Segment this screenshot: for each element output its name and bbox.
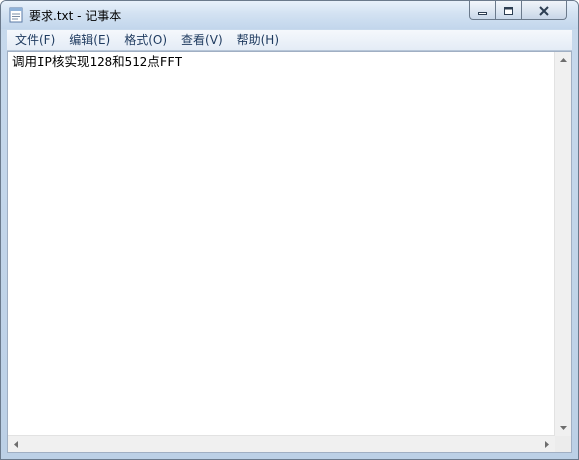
menu-edit[interactable]: 编辑(E) (61, 30, 116, 50)
scroll-left-arrow-icon[interactable] (8, 436, 24, 452)
close-button[interactable] (522, 1, 567, 20)
notepad-window: 要求.txt - 记事本 文件(F) 编辑(E) 格式(O) 查看(V) 帮助(… (0, 0, 579, 460)
restore-icon (503, 1, 514, 20)
notepad-icon[interactable] (9, 7, 23, 23)
scroll-down-arrow-icon[interactable] (555, 420, 571, 436)
window-title: 要求.txt - 记事本 (29, 9, 122, 23)
size-grip[interactable] (555, 436, 571, 452)
scroll-up-arrow-icon[interactable] (555, 52, 571, 68)
menu-help[interactable]: 帮助(H) (229, 30, 285, 50)
title-bar[interactable]: 要求.txt - 记事本 (1, 1, 578, 29)
scroll-right-arrow-icon[interactable] (539, 436, 555, 452)
text-editor[interactable]: 调用IP核实现128和512点FFT (7, 51, 572, 453)
menu-view[interactable]: 查看(V) (173, 30, 229, 50)
close-icon (538, 1, 550, 20)
menu-bar: 文件(F) 编辑(E) 格式(O) 查看(V) 帮助(H) (7, 30, 572, 51)
menu-format[interactable]: 格式(O) (116, 30, 173, 50)
vertical-scrollbar[interactable] (554, 52, 571, 436)
minimize-button[interactable] (469, 1, 496, 20)
horizontal-scrollbar[interactable] (8, 435, 555, 452)
maximize-button[interactable] (496, 1, 522, 20)
editor-text[interactable]: 调用IP核实现128和512点FFT (12, 54, 182, 70)
caption-buttons (469, 1, 567, 21)
menu-file[interactable]: 文件(F) (7, 30, 61, 50)
minimize-icon (477, 1, 488, 20)
